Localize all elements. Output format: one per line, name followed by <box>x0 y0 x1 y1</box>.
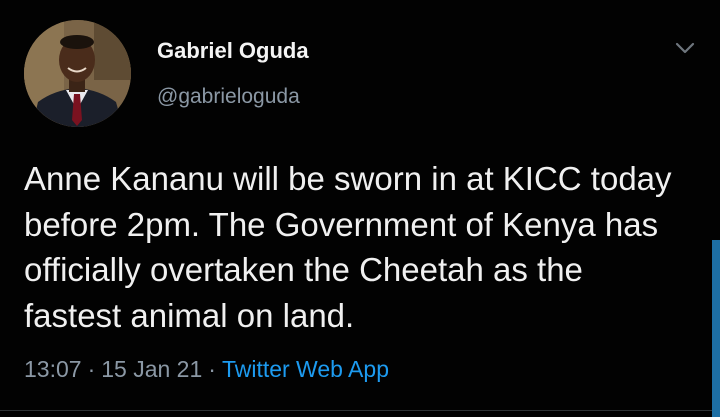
tweet-date[interactable]: 15 Jan 21 <box>101 356 202 382</box>
author-display-name[interactable]: Gabriel Oguda <box>157 38 309 64</box>
divider <box>0 410 720 411</box>
tweet-text: Anne Kananu will be sworn in at KICC tod… <box>24 160 672 334</box>
tweet-card: Gabriel Oguda @gabrieloguda Anne Kananu … <box>0 0 720 417</box>
separator: · <box>208 356 216 382</box>
profile-photo-icon <box>24 20 131 127</box>
chevron-down-icon[interactable] <box>672 38 698 58</box>
tweet-source-link[interactable]: Twitter Web App <box>222 356 389 382</box>
scrollbar[interactable] <box>712 240 720 417</box>
separator: · <box>87 356 96 382</box>
author-handle[interactable]: @gabrieloguda <box>157 85 300 109</box>
tweet-metadata: 13:07 · 15 Jan 21 · Twitter Web App <box>24 356 389 383</box>
tweet-time[interactable]: 13:07 <box>24 356 82 382</box>
avatar[interactable] <box>24 20 131 127</box>
